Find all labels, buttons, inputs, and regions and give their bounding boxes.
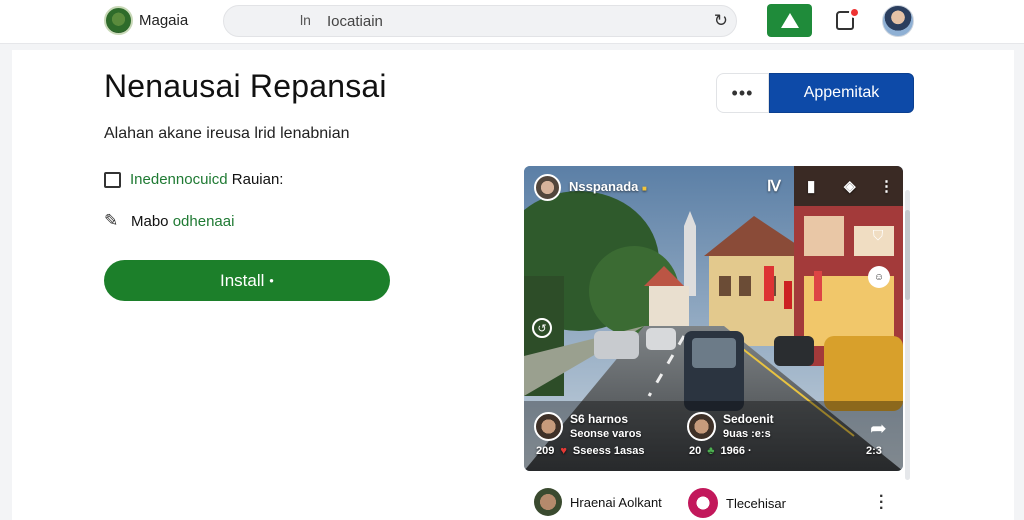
kebab-menu-icon[interactable]: · · · — [879, 489, 884, 517]
avatar[interactable] — [882, 5, 914, 37]
brand[interactable]: Magaia — [104, 6, 188, 35]
page-subtitle: Alahan akane ireusa lrid lenabnian — [104, 125, 350, 142]
heart-icon[interactable]: ♥ — [560, 445, 567, 457]
comment-user-1[interactable]: S6 harnos Seonse varos — [534, 412, 642, 441]
brand-logo — [104, 6, 133, 35]
stat-text: Sseess 1asas — [572, 445, 645, 457]
stats-left: 209 ♥ Sseess 1asas — [536, 445, 644, 457]
kebab-menu-icon[interactable]: ⋮ — [879, 177, 894, 195]
view-count: 209 — [536, 445, 555, 457]
feed-item[interactable]: Tlecehisar — [688, 488, 786, 518]
search-icon: ln — [300, 12, 311, 28]
shield-icon[interactable]: ⛉ — [866, 223, 890, 247]
install-label: Install — [220, 270, 265, 290]
comment-user-2[interactable]: Sedoenit 9uas :e:s — [687, 412, 774, 441]
option-edit-row[interactable]: ✎ Mabo odhenaai — [104, 212, 234, 230]
avatar — [688, 488, 718, 518]
option-checkbox-row[interactable]: Inedennocuicd Rauian: — [104, 171, 283, 188]
scrollbar-thumb[interactable] — [905, 210, 910, 300]
channel-name[interactable]: Nsspanada ■ — [569, 179, 647, 194]
alert-button[interactable] — [767, 4, 812, 37]
stats-right: 20 ♣ 1966 · — [689, 445, 752, 457]
notification-badge — [849, 7, 860, 18]
search-bar[interactable]: ln Iocatiain ↻ — [223, 5, 737, 37]
media-post[interactable]: Nsspanada ■ Ⅳ ▮ ◈ ⋮ ⛉ ☺ ↺ S6 harnos Seon… — [524, 166, 903, 471]
brand-name: Magaia — [139, 12, 189, 29]
leaf-icon[interactable]: ♣ — [707, 445, 714, 457]
view-count: 20 — [689, 445, 702, 457]
share-icon[interactable]: ➦ — [870, 416, 887, 441]
option2-label: Mabo — [131, 212, 169, 230]
feed-item-title: Tlecehisar — [726, 495, 786, 511]
stat-text: 1966 · — [720, 445, 752, 457]
feed-item-title: Hraenai Aolkant — [570, 494, 662, 510]
user-subtitle: 9uas :e:s — [723, 428, 771, 440]
primary-action-button[interactable]: Appemitak — [769, 73, 914, 113]
verified-badge-icon: ■ — [642, 184, 647, 193]
option2-highlight: odhenaai — [172, 212, 235, 230]
channel-avatar[interactable] — [534, 174, 561, 201]
top-bar: Magaia ln Iocatiain ↻ — [0, 0, 1024, 44]
page-title: Nenausai Repansai — [104, 68, 387, 104]
rewind-icon[interactable]: ↺ — [532, 318, 552, 338]
wifi-icon[interactable]: ◈ — [844, 177, 856, 195]
install-button[interactable]: Install ● — [104, 260, 390, 301]
emoji-icon[interactable]: ☺ — [868, 266, 890, 288]
checkbox[interactable] — [104, 171, 121, 188]
option1-label: Rauian: — [231, 171, 284, 188]
install-suffix: ● — [269, 276, 274, 285]
edit-icon: ✎ — [104, 211, 119, 230]
stop-icon[interactable]: ▮ — [807, 177, 815, 195]
user-avatar — [534, 412, 563, 441]
user-avatar — [687, 412, 716, 441]
timestamp: 2:3 — [866, 445, 882, 457]
user-subtitle: Seonse varos — [570, 428, 642, 440]
user-name: S6 harnos — [570, 412, 629, 426]
refresh-icon[interactable]: ↻ — [714, 11, 728, 31]
warning-icon — [780, 13, 799, 28]
crop-icon[interactable]: Ⅳ — [767, 177, 781, 195]
option1-highlight: Inedennocuicd — [130, 171, 228, 188]
search-input[interactable]: Iocatiain — [327, 13, 383, 30]
user-name: Sedoenit — [723, 412, 774, 426]
more-options-button[interactable]: ••• — [716, 73, 769, 113]
